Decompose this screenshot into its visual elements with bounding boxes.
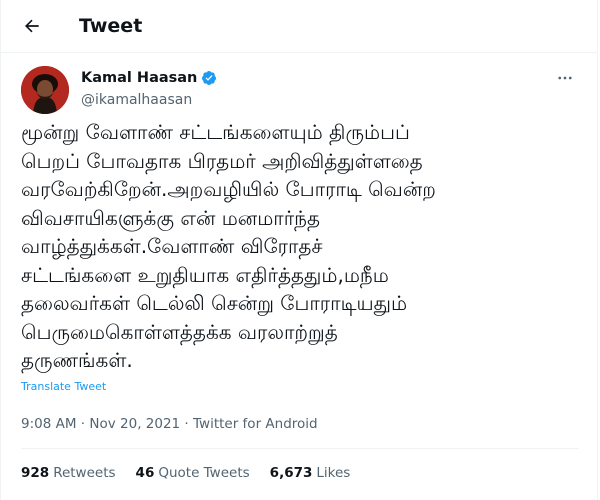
tweet-text-line: சட்டங்களை உறுதியாக எதிர்த்ததும்,மநீம: [21, 262, 389, 287]
tweet-author: Kamal Haasan @ikamalhaasan: [21, 66, 579, 114]
quote-tweets-stat[interactable]: 46 Quote Tweets: [136, 465, 250, 481]
page-header: Tweet: [1, 0, 597, 53]
tweet-text-line: விவசாயிகளுக்கு என் மனமார்ந்த: [21, 205, 321, 230]
tweet-text-line: வாழ்த்துக்கள்.வேளாண் விரோதச்: [21, 234, 323, 258]
tweet-meta: 9:08 AM · Nov 20, 2021 · Twitter for And…: [21, 416, 318, 432]
likes-stat[interactable]: 6,673 Likes: [270, 465, 351, 481]
author-display-name-link[interactable]: Kamal Haasan: [81, 69, 217, 87]
tweet-text-line: மூன்று வேளாண் சட்டங்களையும் திரும்பப்: [21, 120, 410, 144]
back-button[interactable]: [21, 15, 43, 37]
meta-separator: ·: [180, 416, 194, 432]
tweet-stats: 928 Retweets 46 Quote Tweets 6,673 Likes: [21, 465, 370, 481]
likes-count: 6,673: [269, 465, 313, 481]
likes-label: Likes: [316, 465, 351, 481]
page-title: Tweet: [79, 15, 143, 37]
retweets-count: 928: [21, 465, 50, 481]
quote-tweets-label: Quote Tweets: [158, 465, 250, 481]
tweet-text-line: வரவேற்கிறேன்.அறவழியில் போராடி வென்ற: [21, 177, 436, 201]
avatar[interactable]: [21, 66, 69, 114]
more-options-button[interactable]: [555, 70, 575, 86]
tweet-text-line: பெருமைகொள்ளத்தக்க வரலாற்றுத்: [21, 319, 338, 344]
tweet-text-line: தருணங்கள்.: [21, 348, 133, 372]
divider: [21, 448, 579, 449]
tweet-date-link[interactable]: Nov 20, 2021: [89, 416, 180, 432]
more-horizontal-icon: [558, 76, 572, 80]
translate-tweet-link[interactable]: Translate Tweet: [21, 380, 106, 393]
tweet-text-line: பெறப் போவதாக பிரதமர் அறிவித்துள்ளதை: [21, 148, 423, 173]
author-names: Kamal Haasan @ikamalhaasan: [81, 69, 217, 109]
author-display-name: Kamal Haasan: [81, 70, 198, 86]
quote-tweets-count: 46: [135, 465, 155, 481]
tweet-time-link[interactable]: 9:08 AM: [21, 416, 77, 432]
author-handle[interactable]: @ikamalhaasan: [81, 91, 217, 109]
arrow-left-icon: [25, 19, 39, 33]
tweet-source-link[interactable]: Twitter for Android: [193, 416, 318, 432]
tweet-detail-page: Tweet Kamal Haasan @ikamalhaasan மூன்று …: [0, 0, 598, 500]
tweet-text: மூன்று வேளாண் சட்டங்களையும் திரும்பப் பெ…: [21, 118, 591, 375]
retweets-stat[interactable]: 928 Retweets: [21, 465, 116, 481]
tweet-text-line: தலைவர்கள் டெல்லி சென்று போராடியதும்: [21, 291, 408, 315]
retweets-label: Retweets: [53, 465, 116, 481]
meta-separator: ·: [76, 416, 90, 432]
verified-badge-icon: [202, 71, 217, 85]
avatar-image: [21, 66, 69, 114]
